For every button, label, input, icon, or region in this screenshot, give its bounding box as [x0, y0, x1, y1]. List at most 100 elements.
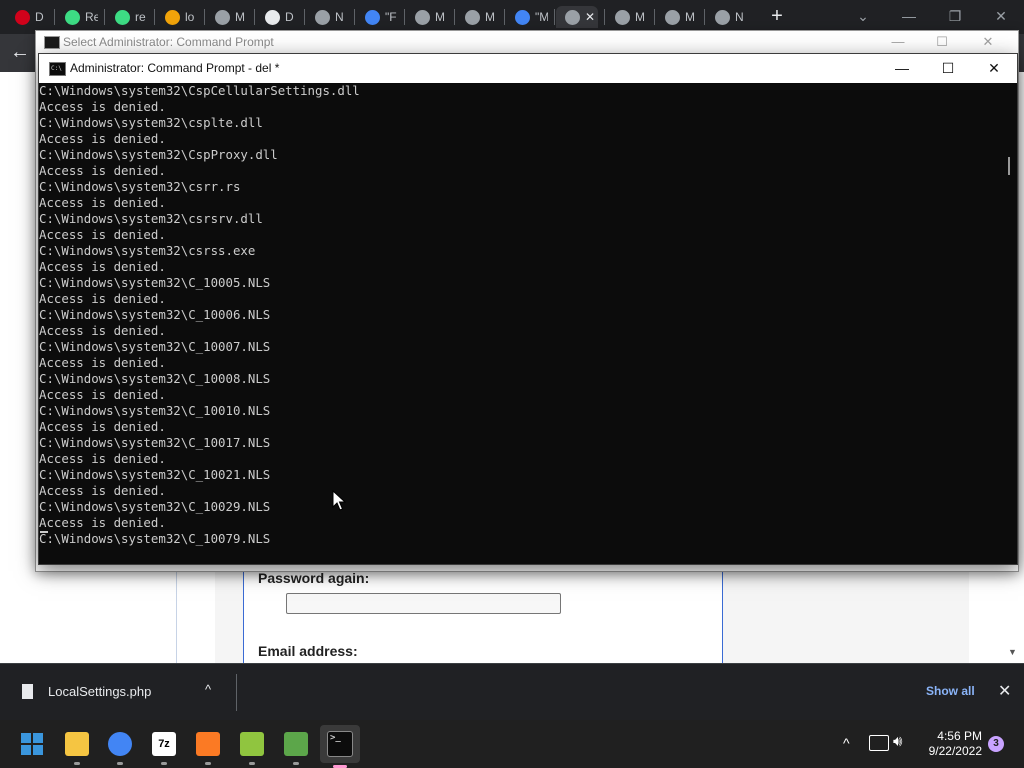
command-prompt-titlebar[interactable]: C:\ Administrator: Command Prompt - del … — [39, 54, 1017, 83]
password-again-input[interactable] — [286, 593, 561, 614]
7zip-icon: 7z — [152, 732, 176, 756]
tab-label: Re — [85, 10, 98, 24]
taskbar-start-button[interactable] — [16, 728, 48, 760]
chrome-icon — [715, 9, 730, 25]
show-all-button[interactable]: Show all — [926, 684, 975, 698]
taskbar-file-explorer[interactable] — [61, 728, 93, 765]
tab-separator — [604, 9, 605, 25]
scroll-down-arrow-icon[interactable]: ▼ — [1008, 647, 1017, 657]
browser-tab[interactable]: M — [206, 6, 248, 28]
tab-label: M — [435, 10, 445, 24]
scrollbar-thumb[interactable] — [1008, 157, 1010, 175]
tab-label: M — [235, 10, 245, 24]
console-scrollbar[interactable] — [1001, 83, 1017, 564]
password-again-label: Password again: — [258, 570, 370, 586]
console-line: C:\Windows\system32\csrss.exe — [39, 243, 256, 258]
console-line: Access is denied. — [39, 355, 166, 370]
tab-label: "M — [535, 10, 548, 24]
bg-close-button[interactable]: ✕ — [968, 32, 1008, 52]
chrome-icon — [108, 732, 132, 756]
console-line: Access is denied. — [39, 163, 166, 178]
close-button[interactable]: ✕ — [971, 54, 1017, 83]
browser-minimize-button[interactable]: — — [886, 2, 932, 30]
bg-maximize-button[interactable]: ☐ — [922, 32, 962, 52]
console-icon: C:\ — [49, 62, 66, 76]
console-line: C:\Windows\system32\csrr.rs — [39, 179, 241, 194]
chevron-up-icon[interactable]: ^ — [205, 682, 211, 697]
minimize-button[interactable]: — — [879, 54, 925, 83]
tab-separator — [404, 9, 405, 25]
globe-icon — [665, 9, 680, 25]
taskbar-chrome[interactable] — [104, 728, 136, 765]
tab-separator — [304, 9, 305, 25]
notepad-icon — [240, 732, 264, 756]
volume-icon[interactable]: 🔊︎ — [893, 733, 902, 750]
console-line: Access is denied. — [39, 99, 166, 114]
console-line: Access is denied. — [39, 323, 166, 338]
tab-search-icon[interactable]: ⌄ — [840, 2, 886, 30]
console-output[interactable]: C:\Windows\system32\CspCellularSettings.… — [39, 83, 1001, 564]
tab-label: M — [635, 10, 645, 24]
browser-tab[interactable]: N — [306, 6, 348, 28]
background-window-titlebar[interactable]: Select Administrator: Command Prompt — ☐… — [36, 31, 1018, 53]
taskbar-xampp[interactable] — [192, 728, 224, 765]
taskbar-command-prompt[interactable]: >_ — [320, 725, 360, 768]
tab-separator — [254, 9, 255, 25]
browser-tab[interactable]: D — [6, 6, 48, 28]
network-icon[interactable] — [869, 735, 889, 751]
browser-tab[interactable]: "M — [506, 6, 548, 28]
browser-tab[interactable]: re — [106, 6, 148, 28]
console-line: C:\Windows\system32\CspProxy.dll — [39, 147, 278, 162]
taskbar-7zip[interactable]: 7z — [148, 728, 180, 765]
browser-tab[interactable]: Re — [56, 6, 98, 28]
browser-tab[interactable]: lo — [156, 6, 198, 28]
running-indicator — [161, 762, 167, 765]
globe-icon — [615, 9, 630, 25]
console-line: C:\Windows\system32\C_10029.NLS — [39, 499, 271, 514]
command-prompt-title: Administrator: Command Prompt - del * — [70, 61, 280, 75]
globe-icon — [215, 9, 230, 25]
download-icon — [265, 9, 280, 25]
running-indicator — [117, 762, 123, 765]
taskbar-gimp-like[interactable] — [280, 728, 312, 765]
console-icon — [44, 36, 60, 49]
browser-close-button[interactable]: ✕ — [978, 2, 1024, 30]
console-line: C:\Windows\system32\csrsrv.dll — [39, 211, 263, 226]
download-bar: LocalSettings.php ^ Show all ✕ — [0, 663, 1024, 721]
file-icon — [22, 684, 33, 699]
folder-icon — [65, 732, 89, 756]
browser-tab[interactable]: M — [606, 6, 648, 28]
tab-separator — [454, 9, 455, 25]
browser-tab[interactable]: "F — [356, 6, 398, 28]
taskbar-notepad-plus-plus[interactable] — [236, 728, 268, 765]
android-icon — [65, 9, 80, 25]
new-tab-button[interactable]: + — [766, 4, 788, 28]
back-arrow-icon[interactable]: ← — [10, 40, 34, 64]
system-clock[interactable]: 4:56 PM 9/22/2022 — [918, 729, 982, 759]
browser-tab[interactable]: ✕ — [556, 6, 598, 28]
maximize-button[interactable]: ☐ — [925, 54, 971, 83]
text-cursor — [40, 531, 48, 533]
browser-restore-button[interactable]: ❐ — [932, 2, 978, 30]
android-icon — [115, 9, 130, 25]
tab-label: "F — [385, 10, 397, 24]
lizard-icon — [284, 732, 308, 756]
command-prompt-window: C:\ Administrator: Command Prompt - del … — [38, 53, 1018, 565]
globe-icon — [465, 9, 480, 25]
tab-label: M — [685, 10, 695, 24]
bg-minimize-button[interactable]: — — [878, 32, 918, 52]
tab-separator — [54, 9, 55, 25]
opera-icon — [15, 9, 30, 25]
browser-tab[interactable]: D — [256, 6, 298, 28]
browser-tab[interactable]: M — [656, 6, 698, 28]
browser-tab[interactable]: N — [706, 6, 748, 28]
close-download-bar-button[interactable]: ✕ — [998, 681, 1011, 701]
notification-badge[interactable]: 3 — [988, 736, 1004, 752]
tray-overflow-chevron-icon[interactable]: ^ — [843, 735, 850, 751]
browser-tab[interactable]: M — [456, 6, 498, 28]
browser-tab[interactable]: M — [406, 6, 448, 28]
mouse-pointer-icon — [332, 490, 346, 511]
download-item[interactable]: LocalSettings.php ^ — [0, 664, 236, 721]
console-line: Access is denied. — [39, 387, 166, 402]
console-line: C:\Windows\system32\C_10079.NLS — [39, 531, 271, 546]
